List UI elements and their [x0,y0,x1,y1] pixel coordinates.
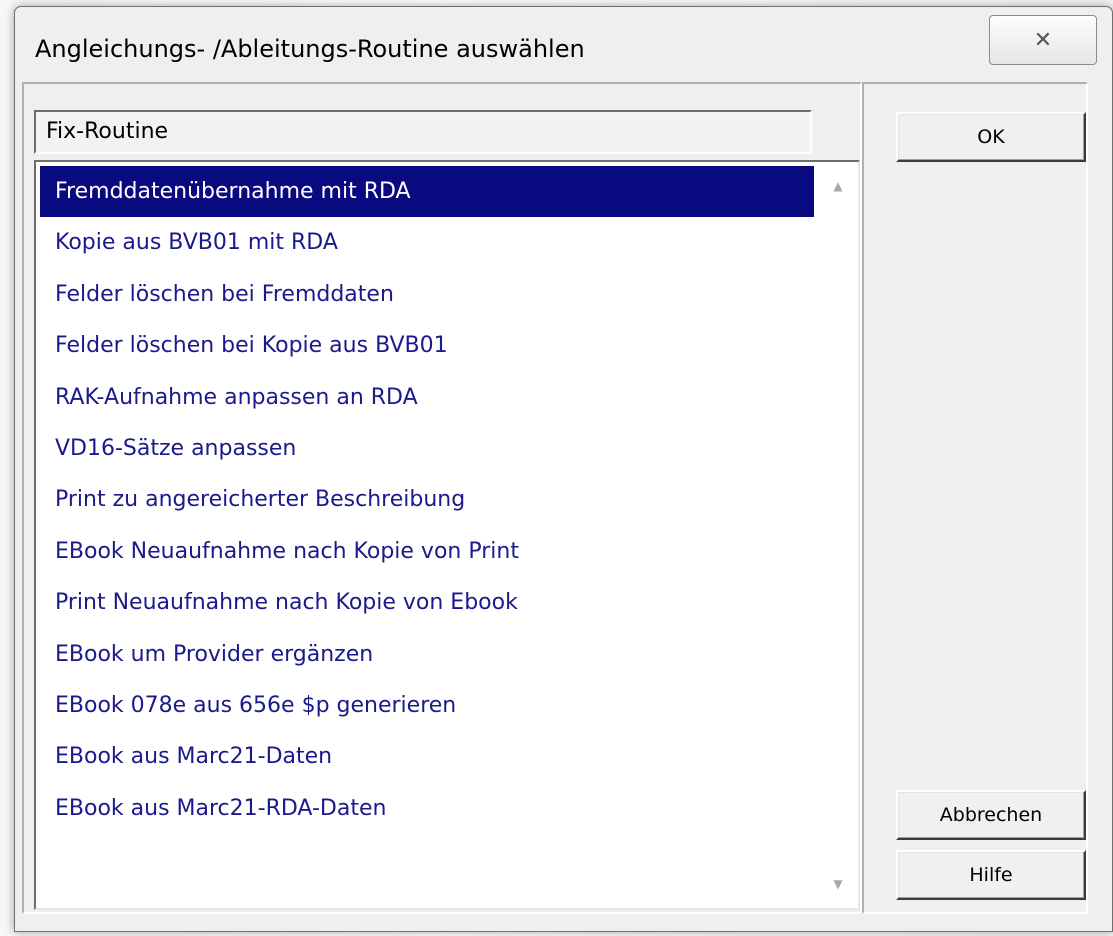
routine-list: Fremddatenübernahme mit RDA Kopie aus BVB… [40,166,814,834]
ok-button[interactable]: OK [896,112,1086,162]
list-item[interactable]: EBook aus Marc21-Daten [40,731,814,782]
list-item[interactable]: Fremddatenübernahme mit RDA [40,166,814,218]
list-item[interactable]: Felder löschen bei Fremddaten [40,269,814,320]
dialog-title: Angleichungs- /Ableitungs-Routine auswäh… [35,35,585,63]
routine-listbox[interactable]: Fremddatenübernahme mit RDA Kopie aus BVB… [34,160,860,910]
routine-type-combo[interactable]: Fix-Routine [34,110,812,154]
list-item[interactable]: RAK-Aufnahme anpassen an RDA [40,372,814,423]
close-button[interactable]: ✕ [989,15,1097,65]
list-item[interactable]: Print zu angereicherter Beschreibung [40,474,814,525]
list-item[interactable]: EBook 078e aus 656e $p generieren [40,680,814,731]
list-item[interactable]: VD16-Sätze anpassen [40,423,814,474]
cancel-button[interactable]: Abbrechen [896,790,1086,840]
list-item[interactable]: Felder löschen bei Kopie aus BVB01 [40,320,814,371]
list-item[interactable]: EBook aus Marc21-RDA-Daten [40,783,814,834]
list-item[interactable]: EBook Neuaufnahme nach Kopie von Print [40,526,814,577]
list-item[interactable]: Kopie aus BVB01 mit RDA [40,217,814,268]
scroll-down-arrow-icon[interactable]: ▼ [818,862,858,906]
list-item[interactable]: EBook um Provider ergänzen [40,629,814,680]
list-item[interactable]: Print Neuaufnahme nach Kopie von Ebook [40,577,814,628]
close-icon: ✕ [1033,27,1053,53]
help-button[interactable]: Hilfe [896,850,1086,900]
vertical-scrollbar[interactable]: ▲ ▼ [818,162,858,908]
scroll-up-arrow-icon[interactable]: ▲ [818,164,858,208]
